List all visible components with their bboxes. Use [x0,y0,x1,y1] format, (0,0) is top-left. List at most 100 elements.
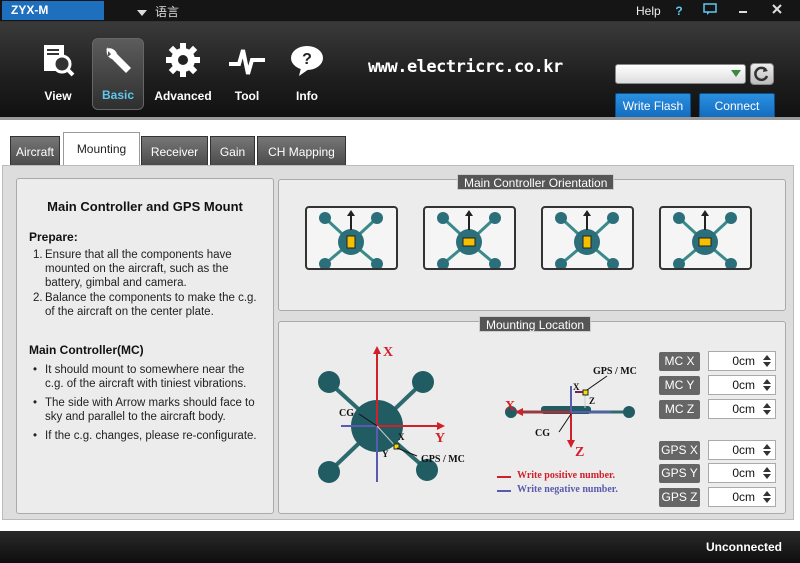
nav-advanced-label: Advanced [154,89,212,103]
gps-z-label: GPS Z [659,488,700,507]
question-icon[interactable]: ? [668,2,690,20]
orientation-right[interactable] [423,206,516,270]
tab-aircraft[interactable]: Aircraft [10,136,60,166]
port-select[interactable] [615,64,746,84]
mc-z-value: 0cm [732,402,755,416]
mc-item-text: It should mount to somewhere near the c.… [45,364,247,390]
mc-x-input[interactable]: 0cm [708,351,776,371]
work-area: Aircraft Mounting Receiver Gain CH Mappi… [0,117,800,531]
side-view-diagram: X Z X Z GPS / MC CG [505,366,637,460]
dropdown-arrow-icon [137,9,147,16]
gps-y-label: GPS Y [659,464,700,483]
mc-x-label: MC X [659,352,700,371]
waveform-icon [229,49,265,75]
negative-swatch [497,490,511,492]
nav-advanced[interactable]: Advanced [152,40,214,106]
cg-label: CG [339,408,354,419]
positive-swatch [497,476,511,478]
tab-mounting[interactable]: Mounting [63,132,140,167]
mc-y-input[interactable]: 0cm [708,375,776,395]
orientation-backward[interactable] [541,206,634,270]
gps-z-input[interactable]: 0cm [708,487,776,507]
small-z-label: Z [589,396,595,406]
legend: Write positive number. Write negative nu… [497,470,647,498]
gps-y-value: 0cm [732,466,755,480]
small-y-label: Y [382,449,389,459]
list-item: 1. Ensure that all the components have mo… [33,249,232,289]
gps-x-value: 0cm [732,443,755,457]
quad-arrow-left-icon [673,210,737,270]
refresh-icon [754,66,769,82]
orientation-title: Main Controller Orientation [457,174,615,190]
side-x-label: X [505,399,515,414]
tab-receiver[interactable]: Receiver [141,136,208,166]
quad-arrow-right-icon [437,210,501,270]
spinner-arrows-icon[interactable] [763,379,771,391]
gps-x-label: GPS X [659,441,700,460]
spinner-arrows-icon[interactable] [763,355,771,367]
prepare-item-text: Balance the components to make the c.g. … [45,292,257,318]
list-item: • If the c.g. changes, please re-configur… [33,430,257,442]
mc-y-value: 0cm [732,378,755,392]
mc-heading: Main Controller(MC) [29,343,144,357]
axis-y-label: Y [435,431,445,446]
gps-mc-label: GPS / MC [421,454,465,465]
quad-arrow-up-icon [319,210,383,270]
top-view-diagram: X Y CG X Y GPS / MC [318,345,465,483]
svg-text:?: ? [302,51,312,68]
close-icon[interactable] [766,2,788,20]
side-cg-label: CG [535,428,550,439]
status-bar: Unconnected [0,531,800,563]
mounting-location-panel: Mounting Location X Y CG X Y GPS / MC X … [278,316,786,514]
nav-basic[interactable]: Basic [92,38,144,110]
app-title: ZYX-M Assistant [2,1,104,36]
spinner-arrows-icon[interactable] [763,467,771,479]
quad-arrow-down-icon [555,210,619,270]
minimize-icon[interactable] [732,2,754,20]
chevron-down-icon [731,70,741,77]
connect-button[interactable]: Connect [699,93,775,119]
magnifier-icon [44,45,75,77]
wrench-icon [106,47,131,73]
nav-info-label: Info [296,89,318,103]
gps-x-input[interactable]: 0cm [708,440,776,460]
axis-z-label: Z [575,445,584,460]
refresh-button[interactable] [750,63,774,85]
speech-bubble-icon: ? [291,46,323,76]
nav-tool-label: Tool [234,89,260,103]
language-label: 语言 [155,5,180,19]
mc-item-text: If the c.g. changes, please re-configura… [45,430,257,442]
write-flash-button[interactable]: Write Flash [615,93,691,119]
spinner-arrows-icon[interactable] [763,444,771,456]
orientation-panel: Main Controller Orientation [278,174,786,311]
mc-z-label: MC Z [659,400,700,419]
prepare-item-text: Ensure that all the components have moun… [45,249,232,289]
spinner-arrows-icon[interactable] [763,491,771,503]
nav-view[interactable]: View [28,40,88,106]
connection-status: Unconnected [705,540,782,554]
help-link[interactable]: Help [636,4,661,18]
legend-negative: Write negative number. [497,484,647,498]
legend-positive-text: Write positive number. [517,470,616,481]
gps-y-input[interactable]: 0cm [708,463,776,483]
page-title: Main Controller and GPS Mount [47,199,243,214]
mc-z-input[interactable]: 0cm [708,399,776,419]
nav-info[interactable]: ? Info [277,40,337,106]
tab-gain[interactable]: Gain [210,136,255,166]
tab-ch-mapping[interactable]: CH Mapping [257,136,346,166]
legend-negative-text: Write negative number. [517,484,618,495]
nav-basic-label: Basic [101,88,135,102]
message-icon[interactable] [699,2,721,20]
instructions-panel: Main Controller and GPS Mount Prepare: 1… [16,178,274,514]
nav-view-label: View [44,89,72,103]
gps-z-value: 0cm [732,490,755,504]
gear-icon [166,43,200,77]
spinner-arrows-icon[interactable] [763,403,771,415]
language-menu[interactable]: 语言 [137,3,179,20]
orientation-forward[interactable] [305,206,398,270]
orientation-left[interactable] [659,206,752,270]
small-x-label: X [398,432,405,442]
nav-tool[interactable]: Tool [217,40,277,106]
mc-item-text: The side with Arrow marks should face to… [45,397,255,423]
mc-x-value: 0cm [732,354,755,368]
